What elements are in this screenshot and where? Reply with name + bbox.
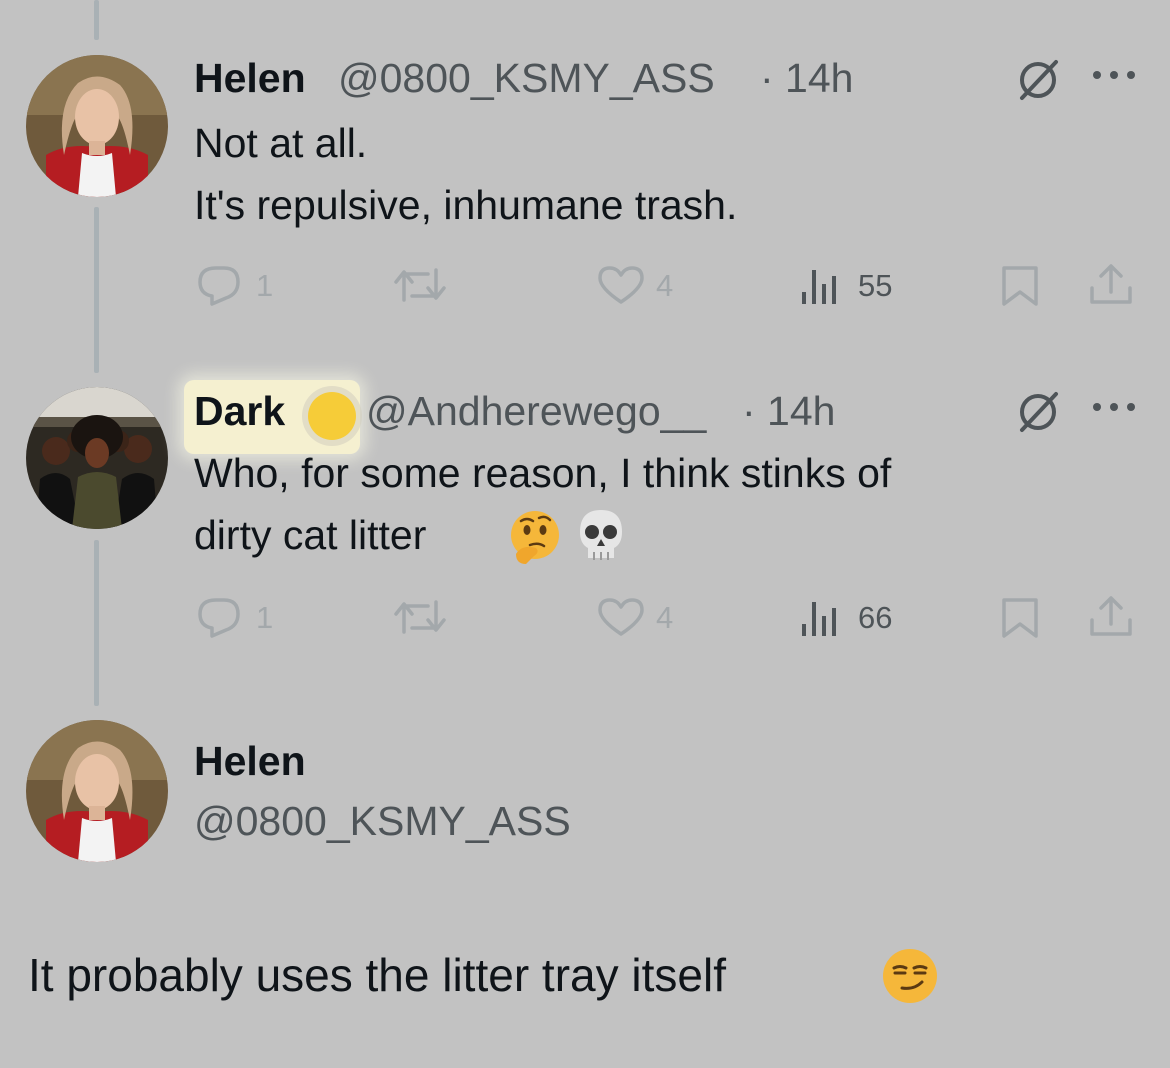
more-icon[interactable] [1092, 402, 1138, 412]
reply-count: 1 [256, 268, 274, 303]
views-icon[interactable] [798, 264, 842, 306]
share-icon[interactable] [1088, 262, 1134, 308]
thread-line-2 [94, 540, 99, 706]
username[interactable]: @0800_KSMY_ASS [194, 798, 571, 845]
timestamp[interactable]: · 14h [742, 388, 835, 435]
display-name[interactable]: Dark [194, 388, 285, 435]
skull-emoji [576, 508, 626, 571]
display-name[interactable]: Helen [194, 55, 306, 102]
grok-icon[interactable] [1016, 58, 1060, 102]
views-icon[interactable] [798, 596, 842, 638]
avatar[interactable] [26, 720, 168, 862]
tweet-text-line-1: Not at all. [194, 120, 368, 166]
main-tweet-text: It probably uses the litter tray itself [28, 949, 726, 1001]
thinking-face-emoji [506, 508, 564, 571]
timestamp[interactable]: · 14h [760, 55, 853, 102]
view-count: 66 [858, 600, 893, 635]
display-name[interactable]: Helen [194, 738, 306, 785]
username[interactable]: @Andherewego__ [366, 388, 706, 435]
smirking-face-emoji [880, 946, 940, 1011]
cursor-dot [308, 392, 356, 440]
grok-icon[interactable] [1016, 390, 1060, 434]
bookmark-icon[interactable] [998, 596, 1042, 640]
more-icon[interactable] [1092, 70, 1138, 80]
like-count: 4 [656, 600, 674, 635]
bookmark-icon[interactable] [998, 264, 1042, 308]
username[interactable]: @0800_KSMY_ASS [338, 55, 715, 102]
like-icon[interactable] [596, 264, 646, 306]
avatar[interactable] [26, 387, 168, 529]
thread-line-1 [94, 207, 99, 373]
retweet-icon[interactable] [392, 264, 448, 306]
like-count: 4 [656, 268, 674, 303]
share-icon[interactable] [1088, 594, 1134, 640]
reply-icon[interactable] [196, 596, 242, 638]
retweet-icon[interactable] [392, 596, 448, 638]
reply-icon[interactable] [196, 264, 242, 306]
reply-count: 1 [256, 600, 274, 635]
tweet-text-line-2: It's repulsive, inhumane trash. [194, 182, 738, 228]
tweet-text-line-1: Who, for some reason, I think stinks of [194, 450, 892, 496]
thread-line-top [94, 0, 99, 40]
tweet-text-line-2: dirty cat litter [194, 512, 427, 558]
avatar[interactable] [26, 55, 168, 197]
like-icon[interactable] [596, 596, 646, 638]
view-count: 55 [858, 268, 893, 303]
